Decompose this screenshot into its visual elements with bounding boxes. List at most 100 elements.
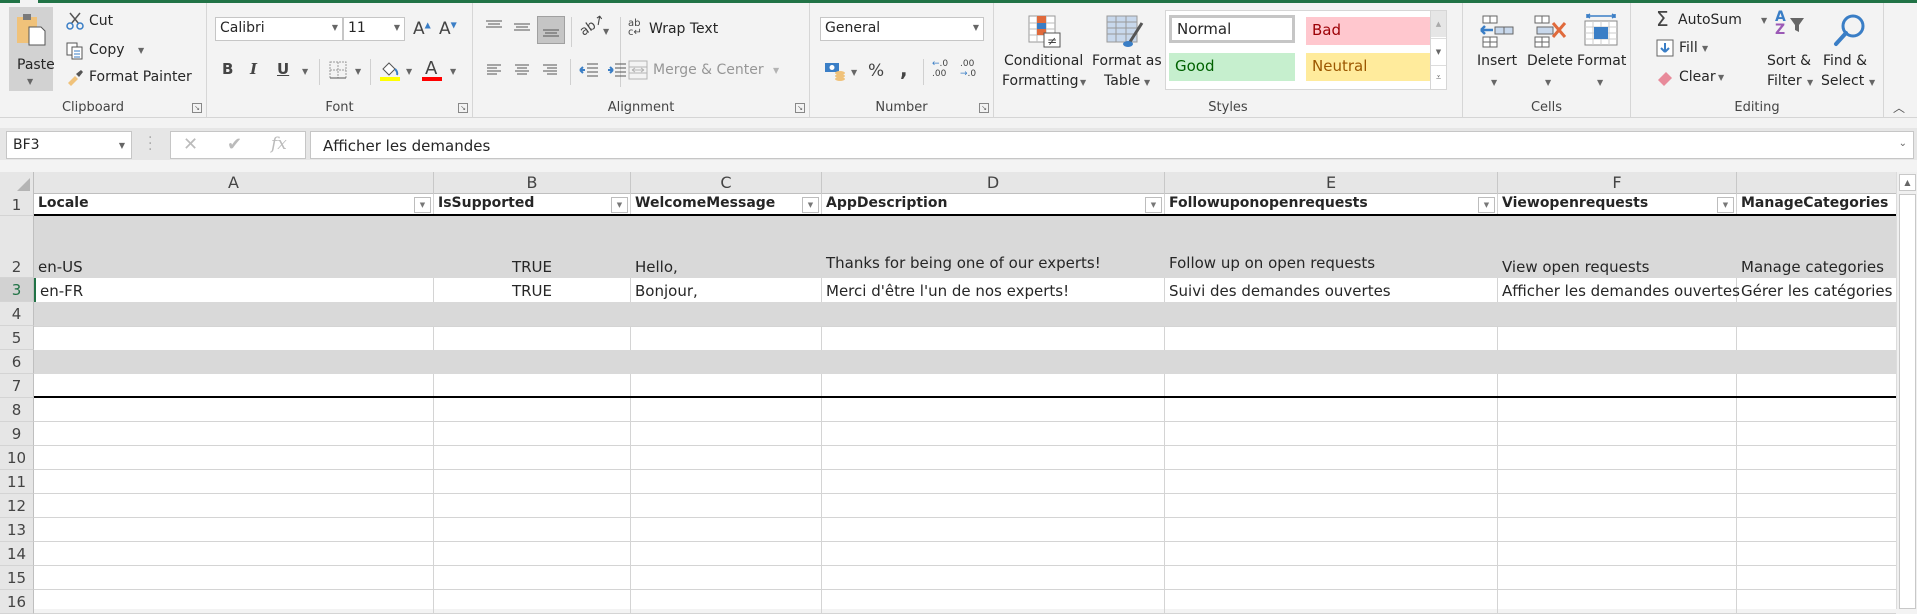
cell[interactable] bbox=[1165, 398, 1498, 421]
align-center-icon[interactable] bbox=[514, 63, 530, 77]
vertical-scrollbar[interactable]: ▲ bbox=[1896, 172, 1917, 609]
cell[interactable] bbox=[822, 470, 1165, 493]
cell[interactable] bbox=[1737, 566, 1896, 589]
filter-dropdown-button[interactable]: ▼ bbox=[1145, 197, 1162, 213]
cell[interactable] bbox=[434, 302, 631, 326]
row-header-15[interactable]: 15 bbox=[0, 566, 34, 590]
cell[interactable] bbox=[822, 518, 1165, 541]
alignment-dialog-launcher[interactable]: ↘ bbox=[795, 103, 805, 113]
cell[interactable] bbox=[1498, 422, 1737, 445]
cell[interactable] bbox=[34, 470, 434, 493]
gallery-scroll-up[interactable]: ▲ bbox=[1431, 11, 1446, 37]
cell[interactable]: Bonjour, bbox=[631, 278, 822, 302]
cell[interactable] bbox=[1165, 350, 1498, 374]
cell[interactable] bbox=[434, 470, 631, 493]
sort-filter-button[interactable]: AZ Sort & Filter ▼ bbox=[1767, 10, 1819, 95]
cell[interactable] bbox=[822, 350, 1165, 374]
cell[interactable] bbox=[1737, 302, 1896, 326]
cell[interactable]: Gérer les catégories bbox=[1737, 278, 1896, 302]
cell[interactable] bbox=[1165, 470, 1498, 493]
confirm-entry-icon[interactable]: ✔ bbox=[227, 134, 242, 155]
cell[interactable] bbox=[1498, 446, 1737, 469]
row-header-6[interactable]: 6 bbox=[0, 350, 34, 374]
accounting-format-icon[interactable] bbox=[824, 61, 846, 81]
column-header-f[interactable]: F bbox=[1498, 172, 1737, 194]
column-header-b[interactable]: B bbox=[434, 172, 631, 194]
cell[interactable] bbox=[1498, 398, 1737, 421]
row-header-14[interactable]: 14 bbox=[0, 542, 34, 566]
font-name-dropdown[interactable]: Calibri ▼ bbox=[215, 17, 343, 41]
cell[interactable] bbox=[1737, 518, 1896, 541]
row-header-5[interactable]: 5 bbox=[0, 326, 34, 350]
clear-button[interactable]: Clear ▼ bbox=[1656, 67, 1736, 89]
copy-button[interactable]: Copy ▼ bbox=[66, 41, 156, 63]
row-header-4[interactable]: 4 bbox=[0, 302, 34, 326]
format-painter-button[interactable]: Format Painter bbox=[66, 68, 196, 90]
row-header-16[interactable]: 16 bbox=[0, 590, 34, 614]
cell[interactable] bbox=[434, 350, 631, 374]
cell[interactable] bbox=[822, 446, 1165, 469]
cell[interactable] bbox=[434, 374, 631, 396]
filter-dropdown-button[interactable]: ▼ bbox=[802, 197, 819, 213]
underline-button[interactable]: U bbox=[277, 60, 289, 78]
row-header-13[interactable]: 13 bbox=[0, 518, 34, 542]
number-dialog-launcher[interactable]: ↘ bbox=[979, 103, 989, 113]
cell[interactable] bbox=[34, 374, 434, 396]
select-all-button[interactable] bbox=[0, 172, 34, 194]
gallery-expand[interactable]: ⩡ bbox=[1431, 65, 1446, 89]
cell[interactable] bbox=[1165, 374, 1498, 396]
cell[interactable] bbox=[1165, 590, 1498, 613]
row-header-11[interactable]: 11 bbox=[0, 470, 34, 494]
cell[interactable] bbox=[34, 302, 434, 326]
filter-dropdown-button[interactable]: ▼ bbox=[414, 197, 431, 213]
clipboard-dialog-launcher[interactable]: ↘ bbox=[192, 103, 202, 113]
scroll-up-button[interactable]: ▲ bbox=[1899, 174, 1916, 191]
cell[interactable] bbox=[1498, 590, 1737, 613]
header-cell[interactable]: WelcomeMessage ▼ bbox=[631, 194, 822, 214]
cell[interactable] bbox=[1737, 350, 1896, 374]
row-header-12[interactable]: 12 bbox=[0, 494, 34, 518]
conditional-formatting-button[interactable]: ≠ Conditional Formatting ▼ bbox=[1002, 11, 1086, 95]
style-good[interactable]: Good bbox=[1169, 53, 1295, 81]
cell[interactable] bbox=[34, 327, 434, 350]
cell[interactable] bbox=[822, 494, 1165, 517]
cell[interactable] bbox=[434, 422, 631, 445]
cell[interactable] bbox=[434, 566, 631, 589]
cell[interactable] bbox=[631, 302, 822, 326]
cell[interactable] bbox=[434, 518, 631, 541]
cell[interactable] bbox=[1498, 518, 1737, 541]
cell[interactable] bbox=[631, 566, 822, 589]
filter-dropdown-button[interactable]: ▼ bbox=[1717, 197, 1734, 213]
cell[interactable]: Follow up on open requests bbox=[1165, 216, 1498, 278]
percent-style-button[interactable]: % bbox=[868, 61, 884, 81]
underline-dropdown-arrow[interactable]: ▼ bbox=[302, 67, 308, 76]
comma-style-button[interactable]: , bbox=[900, 57, 908, 81]
cell[interactable] bbox=[34, 398, 434, 421]
cell[interactable] bbox=[1737, 422, 1896, 445]
cell[interactable] bbox=[34, 518, 434, 541]
align-right-icon[interactable] bbox=[542, 63, 558, 77]
header-cell[interactable]: Viewopenrequests ▼ bbox=[1498, 194, 1737, 214]
name-box-dropdown-arrow[interactable]: ▼ bbox=[119, 141, 125, 150]
increase-font-size-button[interactable]: A▲ bbox=[413, 19, 431, 39]
cell[interactable] bbox=[631, 398, 822, 421]
cell[interactable] bbox=[434, 446, 631, 469]
cell[interactable]: Manage categories bbox=[1737, 216, 1896, 278]
decrease-decimal-icon[interactable]: .00 →.0 bbox=[960, 59, 976, 79]
cell[interactable]: Suivi des demandes ouvertes bbox=[1165, 278, 1498, 302]
cell[interactable] bbox=[1165, 446, 1498, 469]
row-header-2[interactable]: 2 bbox=[0, 216, 34, 278]
decrease-font-size-button[interactable]: A▼ bbox=[439, 19, 457, 39]
cell[interactable] bbox=[631, 374, 822, 396]
header-cell[interactable]: Followuponopenrequests ▼ bbox=[1165, 194, 1498, 214]
cell[interactable] bbox=[1737, 470, 1896, 493]
row-header-9[interactable]: 9 bbox=[0, 422, 34, 446]
insert-function-icon[interactable]: fx bbox=[271, 134, 287, 154]
cut-button[interactable]: Cut bbox=[66, 12, 146, 34]
cell[interactable] bbox=[434, 494, 631, 517]
cell[interactable] bbox=[1165, 518, 1498, 541]
cell[interactable] bbox=[434, 590, 631, 613]
cell[interactable] bbox=[1498, 350, 1737, 374]
expand-formula-bar-icon[interactable]: ⌄ bbox=[1899, 138, 1907, 149]
cell[interactable]: en-FR bbox=[34, 278, 434, 302]
